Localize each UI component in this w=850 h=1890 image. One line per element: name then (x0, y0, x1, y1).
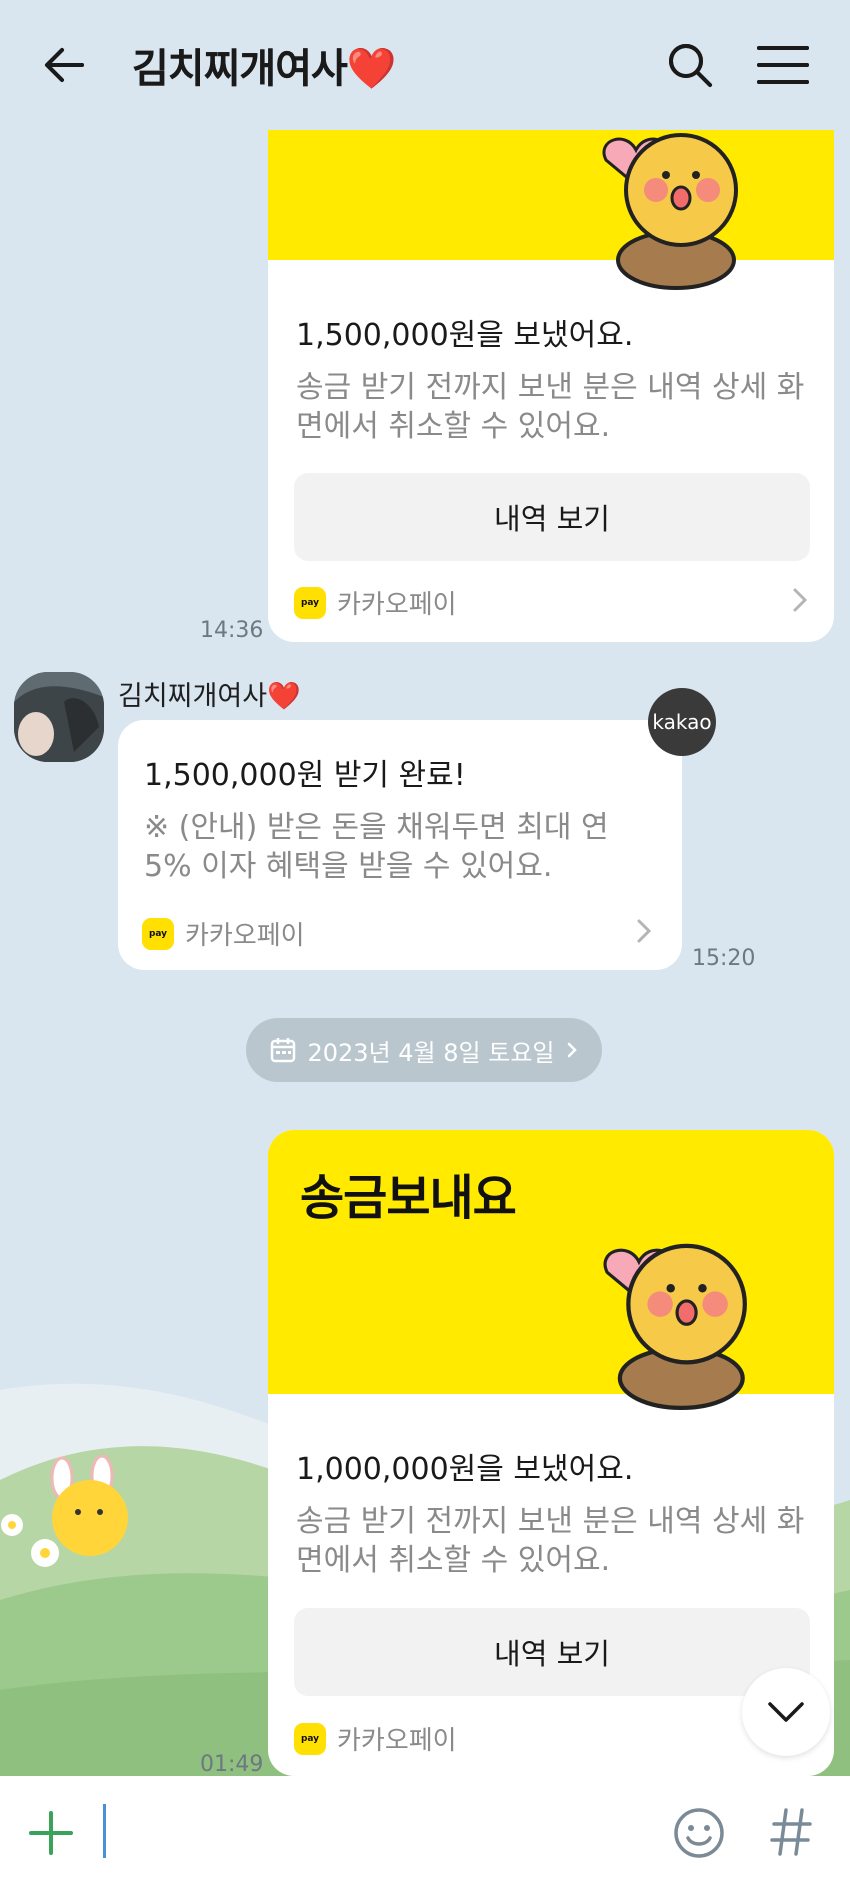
ryan-heart-character-icon (603, 1243, 747, 1410)
plus-icon[interactable] (28, 1810, 74, 1856)
scroll-to-bottom-button[interactable] (742, 1668, 830, 1756)
hamburger-menu-icon[interactable] (755, 42, 811, 88)
ryan-heart-character-icon (602, 133, 738, 290)
transfer-description: 송금 받기 전까지 보낸 분은 내역 상세 화면에서 취소할 수 있어요. (296, 370, 805, 444)
avatar-photo-icon (14, 672, 104, 762)
message-input[interactable] (112, 1800, 652, 1862)
sender-name: 김치찌개여사❤️ (118, 681, 301, 712)
kakaopay-logo-icon: pay (142, 917, 174, 950)
transfer-card-header: 송금보내요 (300, 1170, 517, 1226)
hashtag-icon[interactable] (770, 1802, 814, 1862)
back-arrow-icon[interactable] (38, 38, 92, 92)
sender-avatar[interactable] (14, 672, 104, 762)
transfer-sent-bubble[interactable]: 1,500,000원을 보냈어요. 송금 받기 전까지 보낸 분은 내역 상세 … (268, 80, 834, 642)
kakaopay-footer[interactable]: pay 카카오페이 (294, 584, 810, 621)
emoji-icon[interactable] (672, 1806, 726, 1860)
header-overlay: 김치찌개여사❤️ (0, 0, 850, 130)
chevron-right-icon (637, 919, 652, 943)
message-time: 14:36 (200, 618, 264, 643)
view-history-button[interactable]: 내역 보기 (294, 1608, 810, 1696)
view-history-button[interactable]: 내역 보기 (294, 473, 810, 561)
date-divider[interactable]: 2023년 4월 8일 토요일 (246, 1018, 602, 1082)
transfer-received-bubble[interactable]: 1,500,000원 받기 완료! ※ (안내) 받은 돈을 채워두면 최대 연… (118, 720, 682, 970)
transfer-description: 송금 받기 전까지 보낸 분은 내역 상세 화면에서 취소할 수 있어요. (296, 1504, 805, 1578)
kakaopay-label: 카카오페이 (185, 921, 305, 951)
calendar-icon (270, 1038, 295, 1063)
kakaopay-footer[interactable]: pay 카카오페이 (294, 1720, 810, 1757)
message-time: 01:49 (200, 1752, 264, 1777)
chevron-down-icon (768, 1702, 804, 1722)
date-text: 2023년 4월 8일 토요일 (307, 1038, 555, 1067)
kakaopay-logo-icon: pay (294, 1722, 326, 1755)
transfer-sent-bubble[interactable]: 송금보내요 1,000,000원을 보냈어요. 송금 받기 전까지 보낸 분은 … (268, 1130, 834, 1776)
kakao-badge: kakao (648, 688, 716, 756)
chevron-right-icon (793, 588, 808, 612)
chevron-right-icon (568, 1042, 578, 1058)
kakaopay-logo-icon: pay (294, 586, 326, 619)
message-time: 15:20 (692, 946, 756, 971)
text-cursor (103, 1804, 106, 1858)
message-input-bar (0, 1776, 850, 1890)
search-icon[interactable] (665, 40, 715, 90)
chat-title-text: 김치찌개여사❤️ (132, 46, 397, 92)
kakaopay-label: 카카오페이 (337, 1726, 457, 1756)
kakaopay-label: 카카오페이 (337, 590, 457, 620)
transfer-amount: 1,500,000원을 보냈어요. (296, 318, 634, 353)
transfer-amount: 1,000,000원을 보냈어요. (296, 1452, 634, 1487)
received-description: ※ (안내) 받은 돈을 채워두면 최대 연 5% 이자 혜택을 받을 수 있어… (144, 810, 609, 884)
kakaopay-footer[interactable]: pay 카카오페이 (142, 915, 654, 952)
received-title: 1,500,000원 받기 완료! (144, 758, 466, 793)
